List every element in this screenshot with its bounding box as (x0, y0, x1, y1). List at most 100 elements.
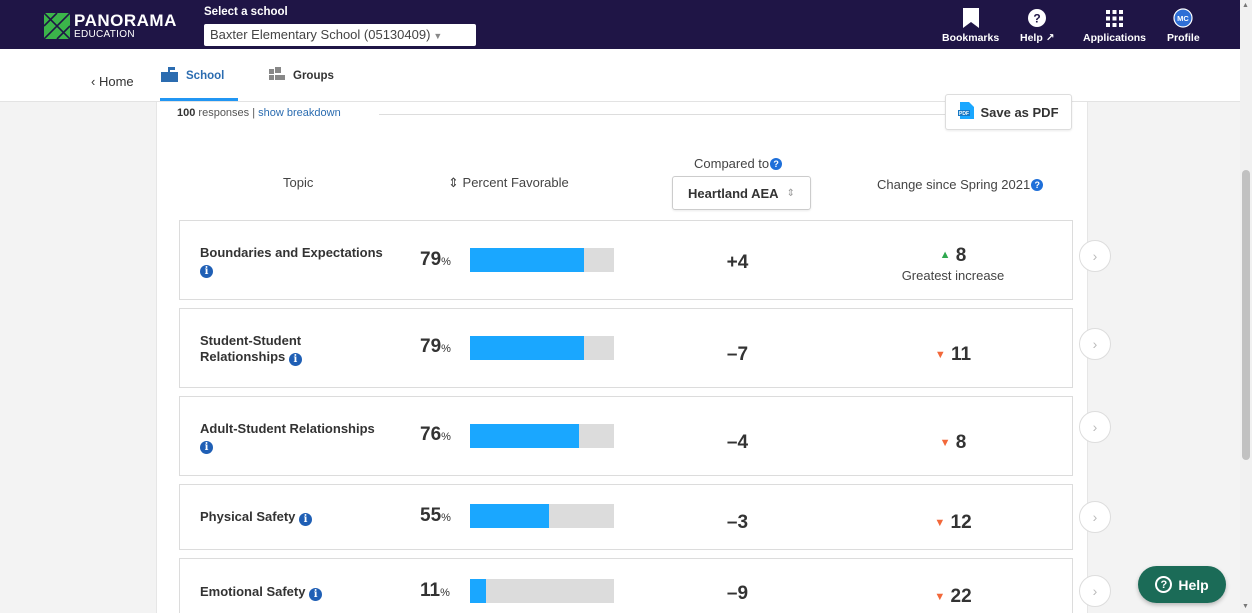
logo-mark-icon (44, 13, 70, 39)
percent-bar-fill (470, 504, 550, 528)
bookmarks-button[interactable]: Bookmarks (942, 8, 999, 44)
change-column-header: Change since Spring 2021? (877, 177, 1044, 192)
scrollbar-thumb[interactable] (1242, 170, 1250, 460)
percent-favorable: 55% (420, 505, 451, 526)
school-select-value: Baxter Elementary School (05130409) (210, 27, 431, 42)
logo-subtitle: EDUCATION (74, 29, 135, 40)
change-value: ▼ 22 (860, 586, 1046, 608)
change-number: 22 (950, 586, 972, 607)
topic-row[interactable]: Adult-Student Relationships i 76% –4 ▼ 8 … (179, 396, 1111, 476)
groups-icon (269, 67, 285, 84)
svg-text:PDF: PDF (959, 111, 969, 117)
info-icon[interactable]: i (200, 441, 213, 454)
scroll-up-arrow-icon[interactable]: ▲ (1242, 2, 1249, 9)
compared-value: –9 (726, 583, 749, 604)
info-icon[interactable]: i (299, 513, 313, 526)
school-select-label: Select a school (204, 6, 288, 18)
topic-name: Boundaries and Expectations i (200, 245, 400, 278)
save-as-pdf-button[interactable]: PDF Save as PDF (945, 94, 1072, 130)
change-column-label: Change since Spring 2021 (877, 177, 1031, 192)
help-chat-button[interactable]: ? Help (1138, 566, 1226, 603)
svg-text:MC: MC (1178, 14, 1190, 23)
chevron-right-icon[interactable]: › (1079, 575, 1111, 607)
question-icon[interactable]: ? (770, 158, 783, 170)
topic-name: Adult-Student Relationships i (200, 421, 400, 454)
info-icon[interactable]: i (288, 353, 302, 366)
info-icon[interactable]: i (309, 588, 323, 601)
profile-label: Profile (1167, 32, 1200, 44)
triangle-up-icon: ▲ (939, 249, 951, 261)
show-breakdown-link[interactable]: show breakdown (258, 107, 341, 119)
percent-value: 79 (420, 249, 442, 270)
topic-label: Physical Safety (200, 509, 296, 524)
profile-button[interactable]: MC Profile (1167, 8, 1200, 44)
topic-name: Student-Student Relationships i (200, 333, 340, 366)
triangle-down-icon: ▼ (934, 591, 946, 603)
percent-bar (470, 248, 614, 272)
pdf-icon: PDF (958, 102, 975, 122)
topic-label: Boundaries and Expectations (200, 245, 383, 260)
change-number: 12 (950, 512, 972, 533)
chevron-left-icon: ‹ (91, 74, 96, 89)
bookmarks-label: Bookmarks (942, 32, 1000, 44)
compared-to-label: Compared to (694, 156, 770, 171)
home-label: Home (98, 74, 134, 89)
percent-bar-fill (470, 579, 486, 603)
change-value: ▼ 8 (860, 432, 1046, 454)
help-nav-button[interactable]: ? Help ↗ (1020, 8, 1055, 44)
school-icon (161, 67, 178, 85)
change-value: ▼ 11 (860, 344, 1046, 366)
compare-select[interactable]: Heartland AEA ⇕ (672, 176, 811, 210)
divider (379, 114, 945, 115)
percent-value: 76 (420, 424, 442, 445)
tab-groups[interactable]: Groups (269, 67, 334, 84)
topic-name: Emotional Safety i (200, 584, 400, 601)
chevron-right-icon[interactable]: › (1079, 501, 1111, 533)
info-icon[interactable]: i (200, 265, 213, 278)
percent-value: 11 (420, 580, 441, 601)
topic-label: Adult-Student Relationships (200, 421, 375, 436)
change-number: 8 (955, 245, 967, 266)
topic-column-header: Topic (283, 175, 314, 190)
help-chat-label: Help (1178, 576, 1209, 593)
top-navbar: PANORAMA EDUCATION Select a school Baxte… (0, 0, 1240, 49)
topic-row[interactable]: Student-Student Relationships i 79% –7 ▼… (179, 308, 1111, 388)
applications-button[interactable]: Applications (1083, 8, 1146, 44)
responses-text: responses | (195, 107, 259, 119)
scroll-down-arrow-icon[interactable]: ▼ (1242, 603, 1249, 610)
change-value: ▼ 12 (860, 512, 1046, 534)
percent-bar-fill (470, 424, 580, 448)
school-select[interactable]: Baxter Elementary School (05130409) ▼ (204, 24, 476, 46)
change-value: ▲ 8 Greatest increase (860, 245, 1046, 283)
logo-title: PANORAMA (74, 11, 177, 30)
tab-school[interactable]: School (161, 67, 224, 85)
chevron-right-icon[interactable]: › (1079, 240, 1111, 272)
percent-bar-fill (470, 248, 584, 272)
panorama-logo[interactable]: PANORAMA EDUCATION (44, 12, 177, 40)
responses-summary: 100 responses | show breakdown (177, 107, 341, 119)
save-as-pdf-label: Save as PDF (980, 104, 1059, 120)
sort-icon: ⇕ (448, 175, 459, 190)
question-icon[interactable]: ? (1031, 179, 1044, 191)
percent-bar-fill (470, 336, 584, 360)
tab-groups-label: Groups (293, 69, 334, 82)
help-circle-icon: ? (1155, 576, 1173, 593)
percent-column-header[interactable]: ⇕ Percent Favorable (448, 175, 569, 191)
help-nav-label: Help (1020, 32, 1043, 44)
apps-grid-icon (1106, 8, 1123, 28)
triangle-down-icon: ▼ (934, 349, 946, 361)
percent-bar (470, 424, 614, 448)
topic-label: Emotional Safety (200, 584, 306, 599)
percent-favorable: 79% (420, 336, 451, 357)
caret-down-icon: ▼ (433, 31, 443, 41)
home-link[interactable]: ‹ Home (91, 74, 134, 89)
chevron-right-icon[interactable]: › (1079, 328, 1111, 360)
percent-bar (470, 336, 614, 360)
topic-row[interactable]: Emotional Safety i 11% –9 ▼ 22 › (179, 558, 1111, 613)
tab-school-label: School (186, 70, 225, 82)
topic-row[interactable]: Boundaries and Expectations i 79% +4 ▲ 8 G… (179, 220, 1111, 300)
triangle-down-icon: ▼ (934, 517, 946, 529)
topic-row[interactable]: Physical Safety i 55% –3 ▼ 12 › (179, 484, 1111, 550)
chevron-right-icon[interactable]: › (1079, 411, 1111, 443)
change-number: 11 (951, 344, 972, 365)
